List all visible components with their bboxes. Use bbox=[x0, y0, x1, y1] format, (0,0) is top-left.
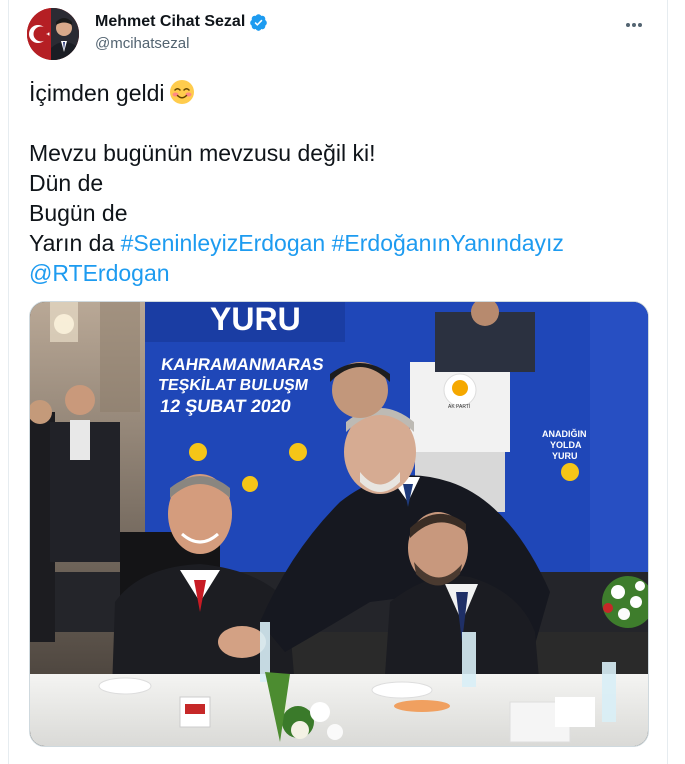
mention-link[interactable]: @RTErdogan bbox=[29, 260, 170, 286]
tweet-line-5: Yarın da #SeninleyizErdogan #ErdoğanınYa… bbox=[29, 228, 649, 258]
smiling-face-with-blush-emoji-icon bbox=[169, 79, 195, 105]
more-horizontal-icon[interactable] bbox=[619, 10, 649, 40]
banner-city-text: KAHRAMANMARAS bbox=[160, 355, 325, 374]
tweet-header: Mehmet Cihat Sezal @mcihatsezal bbox=[27, 8, 649, 64]
podium-label-text: AK PARTİ bbox=[448, 403, 470, 410]
tweet-card: Mehmet Cihat Sezal @mcihatsezal İçimden … bbox=[8, 0, 668, 764]
tweet-line-2: Mevzu bugünün mevzusu değil ki! bbox=[29, 140, 376, 166]
tweet-line-6: @RTErdogan bbox=[29, 258, 649, 288]
tweet-line-5-prefix: Yarın da bbox=[29, 230, 115, 256]
author-handle[interactable]: @mcihatsezal bbox=[95, 34, 268, 54]
author-display-name[interactable]: Mehmet Cihat Sezal bbox=[95, 12, 245, 32]
banner-date-text: 12 ŞUBAT 2020 bbox=[159, 396, 292, 416]
author-names: Mehmet Cihat Sezal @mcihatsezal bbox=[95, 12, 268, 54]
tweet-photo[interactable]: YURU KAHRAMANMARAS TEŞKİLAT BULUŞM 12 ŞU… bbox=[29, 301, 649, 747]
tweet-line-1: İçimden geldi bbox=[29, 78, 649, 108]
banner-side-line2: YOLDA bbox=[550, 440, 582, 450]
banner-side-line3: YURU bbox=[552, 451, 578, 461]
profile-avatar[interactable] bbox=[27, 8, 79, 60]
banner-top-text: YURU bbox=[210, 302, 301, 337]
tweet-line-3: Dün de bbox=[29, 170, 104, 196]
banner-side-line1: ANADIĞIN bbox=[542, 428, 587, 439]
tweet-line-1-text: İçimden geldi bbox=[29, 80, 165, 106]
tweet-line-4: Bugün de bbox=[29, 200, 128, 226]
verified-badge-icon bbox=[249, 13, 268, 32]
hashtag-link-yanindayiz[interactable]: #ErdoğanınYanındayız bbox=[332, 230, 564, 256]
hashtag-link-seninleyiz[interactable]: #SeninleyizErdogan bbox=[121, 230, 326, 256]
banner-event-text: TEŞKİLAT BULUŞM bbox=[157, 376, 309, 394]
tweet-text: İçimden geldi Mevzu bugünün mevzusu deği… bbox=[29, 78, 649, 288]
